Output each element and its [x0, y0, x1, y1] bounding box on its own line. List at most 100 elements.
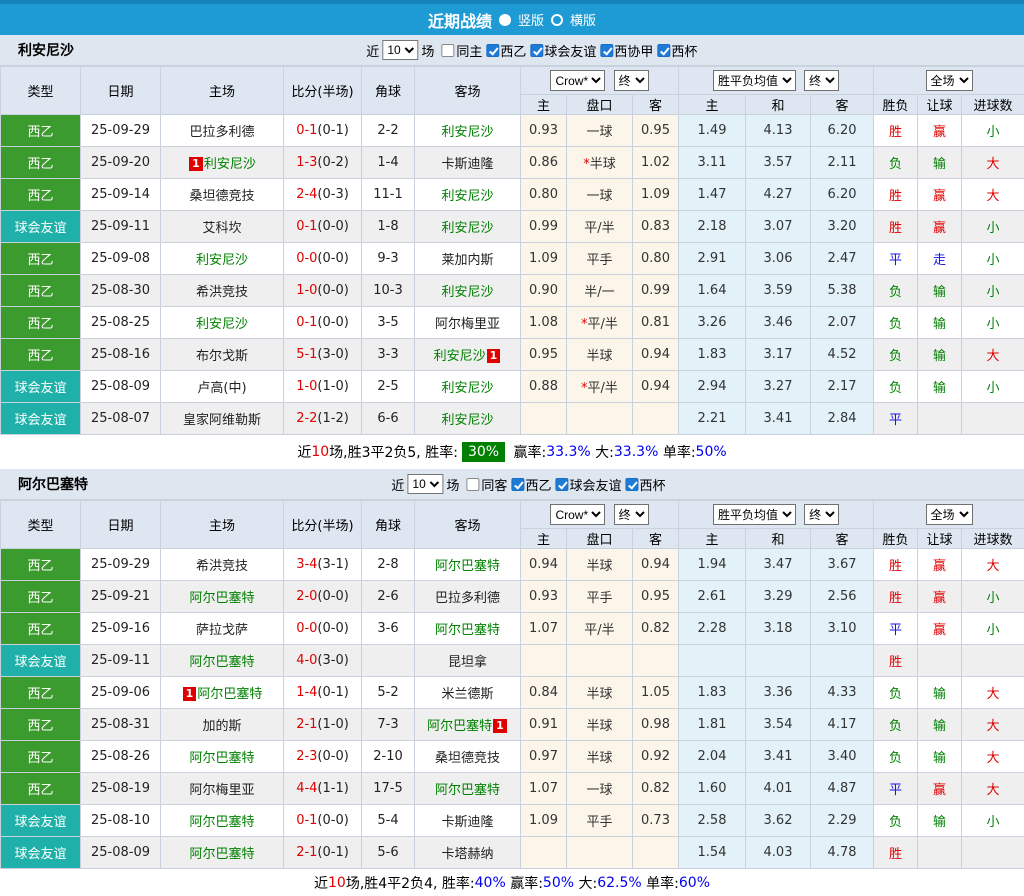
avg-type-select[interactable]: 胜平负均值: [713, 504, 796, 525]
match-row: 西乙25-09-16萨拉戈萨0-0(0-0)3-6阿尔巴塞特1.07平/半0.8…: [1, 613, 1024, 645]
halftime-score: (0-1): [317, 685, 348, 700]
handicap-cell: 半球: [567, 677, 633, 709]
league-checkbox[interactable]: [600, 44, 613, 57]
team-label: 利安尼沙: [441, 285, 493, 300]
score-cell: 2-2(1-2): [284, 403, 362, 435]
avg-time-select[interactable]: 终: [804, 504, 839, 525]
odds-home-cell: 0.93: [521, 581, 567, 613]
summary-segment: 场,胜4平2负4, 胜率:: [346, 873, 475, 893]
handicap-star: *: [583, 157, 590, 172]
match-row: 球会友谊25-08-10阿尔巴塞特0-1(0-0)5-4卡斯迪隆1.09平手0.…: [1, 805, 1024, 837]
result-cell: 胜: [874, 211, 918, 243]
avg-draw-cell: 3.36: [746, 677, 811, 709]
league-checkbox[interactable]: [511, 478, 524, 491]
match-row: 西乙25-09-08利安尼沙0-0(0-0)9-3莱加内斯1.09平手0.802…: [1, 243, 1024, 275]
odds-time-select[interactable]: 终: [614, 70, 649, 91]
scope-select[interactable]: 全场: [926, 504, 973, 525]
team-label: 阿尔梅里亚: [435, 317, 500, 332]
col-date: 日期: [81, 501, 161, 549]
match-row: 西乙25-09-21阿尔巴塞特2-0(0-0)2-6巴拉多利德0.93平手0.9…: [1, 581, 1024, 613]
type-cell: 球会友谊: [1, 211, 81, 243]
handicap-result-cell: 赢: [918, 549, 962, 581]
odds-away-cell: 0.92: [633, 741, 679, 773]
away-team-cell: 卡斯迪隆: [415, 805, 521, 837]
fulltime-score: 0-1: [296, 123, 317, 138]
odds-company-select[interactable]: Crow*: [550, 504, 605, 525]
horizontal-layout-radio[interactable]: [551, 14, 563, 26]
home-team-cell: 阿尔巴塞特: [161, 805, 284, 837]
vertical-layout-radio[interactable]: [499, 14, 511, 26]
home-team-cell: 希洪竞技: [161, 549, 284, 581]
date-cell: 25-09-14: [81, 179, 161, 211]
summary-segment: 50%: [543, 875, 574, 891]
summary-segment: 赢率:: [506, 873, 543, 893]
handicap-result-cell: 输: [918, 307, 962, 339]
avg-time-select[interactable]: 终: [804, 70, 839, 91]
fulltime-score: 1-4: [296, 685, 317, 700]
recent-count-select[interactable]: 10: [382, 40, 418, 60]
team-label: 利安尼沙: [441, 381, 493, 396]
team-label: 桑坦德竞技: [189, 189, 254, 204]
scope-select[interactable]: 全场: [926, 70, 973, 91]
goals-cell: [962, 403, 1024, 435]
same-venue-checkbox[interactable]: [466, 478, 479, 491]
handicap-cell: 半/一: [567, 275, 633, 307]
league-checkbox[interactable]: [530, 44, 543, 57]
handicap-cell: 一球: [567, 179, 633, 211]
halftime-score: (0-3): [317, 187, 348, 202]
result-cell: 负: [874, 371, 918, 403]
halftime-score: (1-2): [317, 411, 348, 426]
halftime-score: (0-0): [317, 621, 348, 636]
odds-home-cell: 1.07: [521, 613, 567, 645]
odds-home-cell: 1.07: [521, 773, 567, 805]
odds-time-select[interactable]: 终: [614, 504, 649, 525]
team-label: 米兰德斯: [441, 687, 493, 702]
avg-home-cell: 2.18: [679, 211, 746, 243]
league-checkbox[interactable]: [555, 478, 568, 491]
avg-home-cell: 1.94: [679, 549, 746, 581]
halftime-score: (1-1): [317, 781, 348, 796]
result-cell: 平: [874, 243, 918, 275]
recent-count-select[interactable]: 10: [407, 474, 443, 494]
handicap-result-cell: 赢: [918, 613, 962, 645]
type-cell: 球会友谊: [1, 403, 81, 435]
league-checkbox[interactable]: [625, 478, 638, 491]
avg-draw-cell: 3.59: [746, 275, 811, 307]
goals-cell: 大: [962, 179, 1024, 211]
avg-type-select[interactable]: 胜平负均值: [713, 70, 796, 91]
goals-cell: [962, 837, 1024, 869]
goals-cell: 大: [962, 677, 1024, 709]
avg-home-cell: 2.94: [679, 371, 746, 403]
team-label: 利安尼沙: [441, 221, 493, 236]
result-cell: 胜: [874, 179, 918, 211]
col-type: 类型: [1, 67, 81, 115]
matches-body: 西乙25-09-29希洪竞技3-4(3-1)2-8阿尔巴塞特0.94半球0.94…: [1, 549, 1024, 869]
date-cell: 25-08-30: [81, 275, 161, 307]
odds-home-cell: 0.86: [521, 147, 567, 179]
league-checkbox[interactable]: [657, 44, 670, 57]
col-date: 日期: [81, 67, 161, 115]
handicap-result-cell: 输: [918, 339, 962, 371]
same-venue-checkbox[interactable]: [441, 44, 454, 57]
score-cell: 2-1(1-0): [284, 709, 362, 741]
type-cell: 西乙: [1, 709, 81, 741]
team-label: 阿尔巴塞特: [435, 783, 500, 798]
league-checkbox[interactable]: [486, 44, 499, 57]
avg-home-cell: 1.60: [679, 773, 746, 805]
team-name: 利安尼沙: [0, 40, 74, 60]
team-label: 卡塔赫纳: [441, 847, 493, 862]
type-cell: 西乙: [1, 581, 81, 613]
type-cell: 西乙: [1, 243, 81, 275]
corner-cell: 9-3: [362, 243, 415, 275]
avg-home-cell: [679, 645, 746, 677]
odds-company-select[interactable]: Crow*: [550, 70, 605, 91]
date-cell: 25-09-20: [81, 147, 161, 179]
match-row: 球会友谊25-08-07皇家阿维勒斯2-2(1-2)6-6利安尼沙2.213.4…: [1, 403, 1024, 435]
filter-controls: 近 10 场 同客 西乙球会友谊西杯: [391, 474, 665, 494]
col-odds-handicap: 盘口: [567, 529, 633, 549]
score-cell: 1-4(0-1): [284, 677, 362, 709]
vertical-layout-label: 竖版: [518, 10, 544, 29]
handicap-star: *: [581, 381, 588, 396]
summary-segment: 10: [311, 444, 329, 460]
handicap-cell: *平/半: [567, 371, 633, 403]
